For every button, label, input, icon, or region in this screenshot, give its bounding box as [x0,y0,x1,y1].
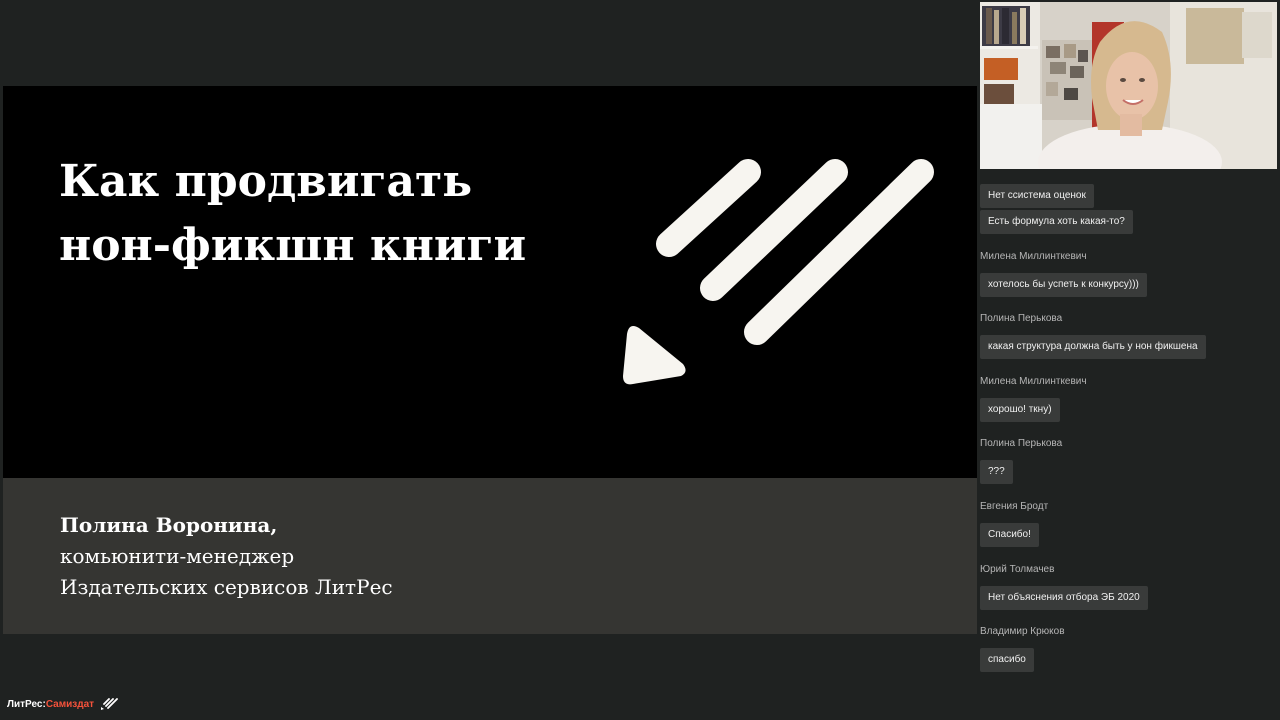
chat-message-text: Спасибо! [980,523,1039,547]
chat-message-text: хотелось бы успеть к конкурсу))) [980,273,1147,297]
chat-message-author: Милена Миллинткевич [980,251,1087,262]
slide-title-line-2: нон-фикшн книги [59,220,527,271]
chat-panel: Нет ссистема оценок Есть формула хоть ка… [980,184,1278,684]
pencil-stripes-icon [100,698,118,711]
chat-message-text: хорошо! ткну) [980,398,1060,422]
presenter-webcam [980,2,1277,169]
speaker-role: комьюнити-менеджер [60,544,295,568]
watermark-sub: Самиздат [45,699,95,710]
chat-message-author: Евгения Бродт [980,501,1049,512]
pencil-stripes-icon [623,159,934,385]
chat-message-author: Милена Миллинткевич [980,376,1087,387]
chat-message-text: Есть формула хоть какая-то? [980,210,1133,234]
slide-title: Как продвигать нон-фикшн книги [59,150,579,278]
chat-message-author: Полина Перькова [980,438,1063,449]
slide-title-line-1: Как продвигать [59,156,473,207]
chat-message-text: спасибо [980,648,1034,672]
speaker-name: Полина Воронина, [60,513,278,537]
slide-speaker-area: Полина Воронина, комьюнити-менеджер Изда… [3,478,977,634]
chat-message-text: Нет ссистема оценок [980,184,1094,208]
webcam-video-frame [980,2,1277,169]
speaker-info: Полина Воронина, комьюнити-менеджер Изда… [60,510,393,603]
litres-samizdat-watermark: ЛитРес:Самиздат [7,698,118,712]
slide-title-area: Как продвигать нон-фикшн книги [3,86,977,478]
chat-message-text: ??? [980,460,1013,484]
chat-message-author: Юрий Толмачев [980,564,1055,575]
chat-message-author: Полина Перькова [980,313,1063,324]
watermark-brand: ЛитРес: [7,699,46,710]
chat-message-author: Владимир Крюков [980,626,1065,637]
speaker-org: Издательских сервисов ЛитРес [60,575,393,599]
presentation-slide: Как продвигать нон-фикшн книги Полина Во… [3,86,977,634]
chat-message-text: Нет объяснения отбора ЭБ 2020 [980,586,1148,610]
chat-message-text: какая структура должна быть у нон фикшен… [980,335,1206,359]
